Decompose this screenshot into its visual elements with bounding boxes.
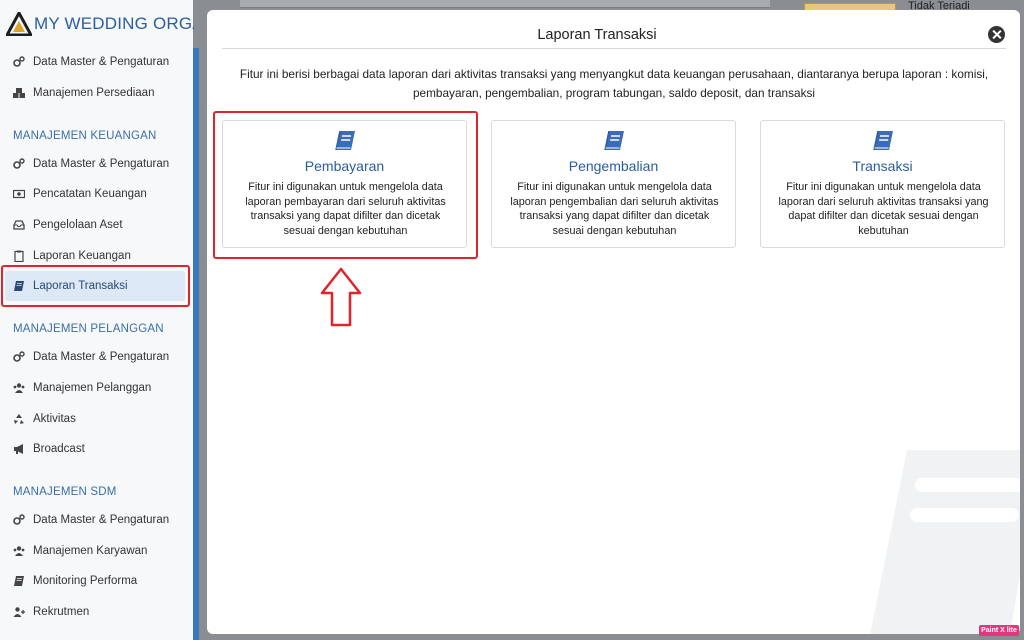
book-icon xyxy=(604,130,624,151)
sidebar-item-label: Manajemen Persediaan xyxy=(33,87,155,99)
sidebar-item-pengelolaan-aset[interactable]: Pengelolaan Aset xyxy=(13,214,123,236)
sidebar-item-pelanggan-data-master[interactable]: Data Master & Pengaturan xyxy=(13,346,169,368)
sidebar-item-data-master-top[interactable]: Data Master & Pengaturan xyxy=(13,51,169,73)
cubes-icon xyxy=(13,88,25,98)
card-title: Transaksi xyxy=(852,158,913,174)
sidebar-item-label: Pengelolaan Aset xyxy=(33,219,123,231)
highlight-box-card xyxy=(213,111,478,259)
card-title: Pengembalian xyxy=(568,158,659,174)
user-plus-icon xyxy=(13,607,25,617)
sidebar-item-label: Manajemen Karyawan xyxy=(33,545,148,557)
users-icon xyxy=(13,546,25,556)
brand-name: MY WEDDING ORGANI xyxy=(34,14,194,33)
sidebar-item-label: Broadcast xyxy=(33,443,85,455)
sidebar-item-sdm-data-master[interactable]: Data Master & Pengaturan xyxy=(13,509,169,531)
background-status-text: Tidak Terjadi xyxy=(908,0,970,9)
sidebar-item-label: Rekrutmen xyxy=(33,606,90,618)
modal-divider xyxy=(222,48,1006,49)
sidebar-item-pencatatan-keuangan[interactable]: Pencatatan Keuangan xyxy=(13,183,147,205)
section-title-keuangan: MANAJEMEN KEUANGAN xyxy=(13,130,157,142)
sidebar-item-label: Data Master & Pengaturan xyxy=(33,158,170,170)
sidebar: MY WEDDING ORGANI Data Master & Pengatur… xyxy=(0,0,194,640)
sidebar-item-manajemen-persediaan[interactable]: Manajemen Persediaan xyxy=(13,82,154,104)
sidebar-item-laporan-keuangan[interactable]: Laporan Keuangan xyxy=(13,245,131,267)
card-pengembalian[interactable]: Pengembalian Fitur ini digunakan untuk m… xyxy=(491,120,736,248)
gears-icon xyxy=(13,351,25,362)
gears-icon xyxy=(13,158,25,169)
close-button[interactable] xyxy=(988,26,1005,43)
sidebar-item-label: Pencatatan Keuangan xyxy=(33,188,147,200)
sidebar-item-label: Data Master & Pengaturan xyxy=(33,514,170,526)
highlight-box-sidebar xyxy=(1,265,190,307)
brand[interactable]: MY WEDDING ORGANI xyxy=(6,10,194,38)
sidebar-edge xyxy=(193,48,199,640)
gears-icon xyxy=(13,56,25,67)
sidebar-item-label: Monitoring Performa xyxy=(33,575,138,587)
modal-description: Fitur ini berisi berbagai data laporan d… xyxy=(239,67,989,100)
card-transaksi[interactable]: Transaksi Fitur ini digunakan untuk meng… xyxy=(760,120,1005,248)
clipboard-icon xyxy=(14,250,24,262)
section-title-pelanggan: MANAJEMEN PELANGGAN xyxy=(13,323,164,335)
sidebar-item-label: Data Master & Pengaturan xyxy=(33,56,170,68)
book-icon xyxy=(873,130,893,151)
brand-logo-icon xyxy=(6,12,32,36)
sidebar-item-label: Manajemen Pelanggan xyxy=(33,382,152,394)
bullhorn-icon xyxy=(14,444,23,454)
sidebar-item-manajemen-pelanggan[interactable]: Manajemen Pelanggan xyxy=(13,377,151,399)
book-watermark-icon xyxy=(870,450,1020,634)
money-icon xyxy=(13,189,25,199)
sidebar-item-label: Data Master & Pengaturan xyxy=(33,351,170,363)
sidebar-item-aktivitas[interactable]: Aktivitas xyxy=(13,408,76,430)
modal-title: Laporan Transaksi xyxy=(537,27,657,43)
sidebar-item-monitoring-performa[interactable]: Monitoring Performa xyxy=(13,570,137,592)
laporan-transaksi-modal: Laporan Transaksi Fitur ini berisi berba… xyxy=(207,10,1020,634)
card-text: Fitur ini digunakan untuk mengelola data… xyxy=(510,181,719,238)
card-text: Fitur ini digunakan untuk mengelola data… xyxy=(778,181,989,238)
users-icon xyxy=(13,383,25,393)
inbox-icon xyxy=(13,220,25,230)
sidebar-item-keuangan-data-master[interactable]: Data Master & Pengaturan xyxy=(13,153,169,175)
up-arrow-icon xyxy=(320,267,362,327)
background-table-strip xyxy=(240,0,770,8)
sidebar-item-broadcast[interactable]: Broadcast xyxy=(13,438,85,460)
section-title-sdm: MANAJEMEN SDM xyxy=(13,486,117,498)
paint-x-lite-badge: Paint X lite xyxy=(979,625,1019,636)
sidebar-item-label: Laporan Keuangan xyxy=(33,250,131,262)
sidebar-item-manajemen-karyawan[interactable]: Manajemen Karyawan xyxy=(13,540,147,562)
gears-icon xyxy=(13,514,25,525)
book-icon xyxy=(14,576,24,586)
recycle-icon xyxy=(14,414,24,424)
sidebar-item-rekrutmen[interactable]: Rekrutmen xyxy=(13,601,89,623)
sidebar-item-label: Aktivitas xyxy=(33,413,76,425)
